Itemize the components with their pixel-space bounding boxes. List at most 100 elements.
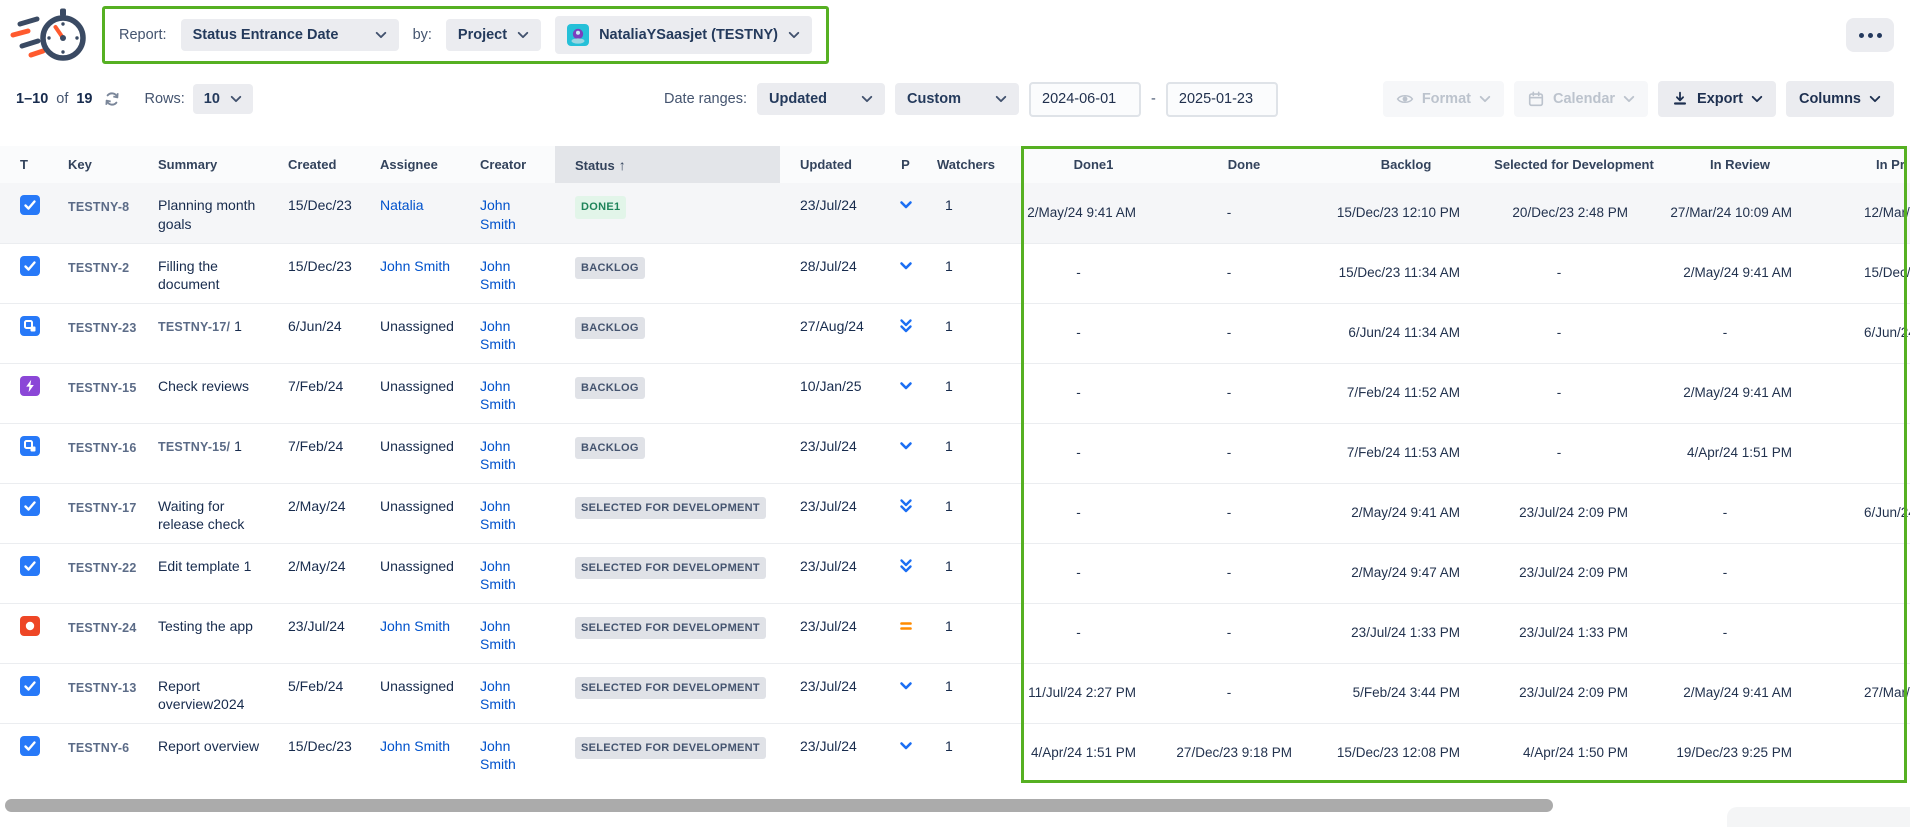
cell-key[interactable]: TESTNY-15 [48, 363, 138, 423]
cell-key[interactable]: TESTNY-2 [48, 243, 138, 303]
cell-key[interactable]: TESTNY-22 [48, 543, 138, 603]
creator-link[interactable]: John Smith [480, 738, 516, 773]
table-row[interactable]: TESTNY-23 TESTNY-17/ 1 6/Jun/24 Unassign… [0, 303, 1910, 363]
cell-date_done1: - [1021, 543, 1166, 603]
cell-key[interactable]: TESTNY-13 [48, 663, 138, 723]
priority-lowest-icon [898, 501, 914, 517]
assignee-link[interactable]: John Smith [380, 258, 450, 274]
refresh-button[interactable] [101, 88, 123, 110]
creator-link[interactable]: John Smith [480, 618, 516, 653]
table-row[interactable]: TESTNY-6 Report overview 15/Dec/23 John … [0, 723, 1910, 783]
assignee-link[interactable]: Natalia [380, 197, 424, 213]
table-row[interactable]: TESTNY-2 Filling the document 15/Dec/23 … [0, 243, 1910, 303]
cell-creator: John Smith [460, 303, 555, 363]
creator-link[interactable]: John Smith [480, 258, 516, 293]
column-header-summary[interactable]: Summary [138, 146, 268, 183]
cell-summary: Edit template 1 [138, 543, 268, 603]
creator-link[interactable]: John Smith [480, 378, 516, 413]
cell-date_done1: 2/May/24 9:41 AM [1021, 183, 1166, 243]
table-row[interactable]: TESTNY-17 Waiting for release check 2/Ma… [0, 483, 1910, 543]
more-menu-button[interactable] [1846, 18, 1894, 52]
cell-summary: TESTNY-15/ 1 [138, 423, 268, 483]
column-header-created[interactable]: Created [268, 146, 360, 183]
group-by-select[interactable]: Project [446, 19, 541, 51]
date-from-input[interactable] [1029, 82, 1141, 117]
cell-key[interactable]: TESTNY-6 [48, 723, 138, 783]
creator-link[interactable]: John Smith [480, 678, 516, 713]
calendar-button[interactable]: Calendar [1514, 81, 1648, 117]
column-header-date_in_progress[interactable]: In Pr [1822, 146, 1910, 183]
assignee-link[interactable]: John Smith [380, 618, 450, 634]
cell-date_in_progress: 15/Dec/2 [1822, 243, 1910, 303]
cell-updated: 23/Jul/24 [780, 483, 886, 543]
summary-text: Planning month goals [158, 197, 255, 232]
column-header-type[interactable]: T [0, 146, 48, 183]
creator-link[interactable]: John Smith [480, 197, 516, 232]
creator-link[interactable]: John Smith [480, 498, 516, 533]
horizontal-scrollbar[interactable] [5, 799, 1553, 812]
date-mode-select[interactable]: Custom [895, 83, 1019, 115]
rows-label: Rows: [145, 91, 185, 107]
cell-key[interactable]: TESTNY-23 [48, 303, 138, 363]
group-by-select-value: Project [458, 27, 507, 43]
priority-medium-icon [898, 621, 914, 637]
cell-priority [886, 543, 925, 603]
cell-key[interactable]: TESTNY-16 [48, 423, 138, 483]
column-header-priority[interactable]: P [886, 146, 925, 183]
table-row[interactable]: TESTNY-13 Report overview2024 5/Feb/24 U… [0, 663, 1910, 723]
cell-date_in_review: 19/Dec/23 9:25 PM [1658, 723, 1822, 783]
cell-updated: 27/Aug/24 [780, 303, 886, 363]
cell-date_in_progress [1822, 603, 1910, 663]
table-row[interactable]: TESTNY-16 TESTNY-15/ 1 7/Feb/24 Unassign… [0, 423, 1910, 483]
summary-text: Filling the document [158, 258, 219, 293]
assignee-link[interactable]: John Smith [380, 738, 450, 754]
cell-created: 7/Feb/24 [268, 363, 360, 423]
cell-creator: John Smith [460, 663, 555, 723]
export-button[interactable]: Export [1658, 81, 1776, 117]
cell-creator: John Smith [460, 603, 555, 663]
columns-button[interactable]: Columns [1786, 81, 1894, 117]
column-header-updated[interactable]: Updated [780, 146, 886, 183]
summary-text: Testing the app [158, 618, 253, 634]
table-row[interactable]: TESTNY-8 Planning month goals 15/Dec/23 … [0, 183, 1910, 243]
cell-assignee: Unassigned [360, 363, 460, 423]
creator-link[interactable]: John Smith [480, 318, 516, 353]
cell-date_in_review: 2/May/24 9:41 AM [1658, 663, 1822, 723]
column-header-assignee[interactable]: Assignee [360, 146, 460, 183]
column-header-date_in_review[interactable]: In Review [1658, 146, 1822, 183]
columns-button-label: Columns [1799, 91, 1861, 107]
summary-text: Check reviews [158, 378, 249, 394]
priority-lowest-icon [898, 561, 914, 577]
table-row[interactable]: TESTNY-15 Check reviews 7/Feb/24 Unassig… [0, 363, 1910, 423]
cell-assignee: Unassigned [360, 483, 460, 543]
project-select[interactable]: NataliaYSaasjet (TESTNY) [555, 16, 812, 54]
creator-link[interactable]: John Smith [480, 438, 516, 473]
report-select[interactable]: Status Entrance Date [181, 19, 399, 51]
column-header-date_done1[interactable]: Done1 [1021, 146, 1166, 183]
column-header-key[interactable]: Key [48, 146, 138, 183]
format-button[interactable]: Format [1383, 81, 1504, 117]
cell-type [0, 663, 48, 723]
summary-parent-key: TESTNY-17/ [158, 320, 230, 334]
column-header-creator[interactable]: Creator [460, 146, 555, 183]
column-header-watchers[interactable]: Watchers [925, 146, 1021, 183]
cell-status: DONE1 [555, 183, 780, 243]
date-to-input[interactable] [1166, 82, 1278, 117]
chevron-down-icon [788, 31, 800, 39]
column-header-status[interactable]: Status↑ [555, 146, 780, 183]
table-row[interactable]: TESTNY-24 Testing the app 23/Jul/24 John… [0, 603, 1910, 663]
column-header-date_backlog[interactable]: Backlog [1322, 146, 1490, 183]
report-select-value: Status Entrance Date [193, 27, 339, 43]
cell-date_selected_for_development: 20/Dec/23 2:48 PM [1490, 183, 1658, 243]
cell-key[interactable]: TESTNY-24 [48, 603, 138, 663]
creator-link[interactable]: John Smith [480, 558, 516, 593]
corner-widget[interactable] [1727, 807, 1910, 827]
rows-per-page-select[interactable]: 10 [193, 84, 253, 114]
cell-key[interactable]: TESTNY-8 [48, 183, 138, 243]
column-header-date_selected_for_development[interactable]: Selected for Development [1490, 146, 1658, 183]
date-field-select[interactable]: Updated [757, 83, 885, 115]
column-header-date_done[interactable]: Done [1166, 146, 1322, 183]
cell-key[interactable]: TESTNY-17 [48, 483, 138, 543]
table-row[interactable]: TESTNY-22 Edit template 1 2/May/24 Unass… [0, 543, 1910, 603]
project-avatar [567, 24, 589, 46]
